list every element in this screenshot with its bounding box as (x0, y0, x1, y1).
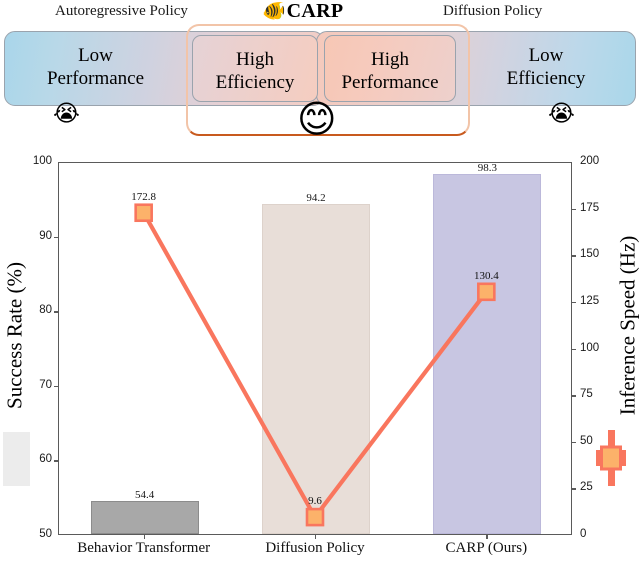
bar-1 (262, 204, 370, 534)
top-banner: Autoregressive Policy 🐠 CARP Diffusion P… (0, 0, 640, 148)
y-right-tick-75: 75 (580, 388, 593, 401)
caption-autoregressive-policy: Autoregressive Policy (55, 3, 188, 19)
y-right-tick-150: 150 (580, 248, 600, 261)
bar-0 (90, 501, 199, 534)
x-tickmark-0 (143, 535, 146, 539)
label-high-efficiency-line1: High (236, 49, 274, 70)
x-tick-label-0: Behavior Transformer (77, 540, 211, 556)
y-right-tickmark-25 (572, 488, 576, 490)
plot-frame: 54.4 94.2 98.3 (58, 162, 572, 535)
y-left-tick-80: 80 (39, 304, 52, 317)
carp-logo: 🐠 CARP (262, 0, 343, 23)
line-value-label-2: 130.4 (473, 269, 499, 282)
label-low-performance: Low Performance (8, 44, 183, 90)
crying-face-icon-left: 😭 (53, 101, 80, 127)
label-high-performance-line1: High (371, 49, 409, 70)
y-left-tick-90: 90 (39, 229, 52, 242)
bar-value-label-0: 54.4 (135, 489, 155, 502)
figure-root: Autoregressive Policy 🐠 CARP Diffusion P… (0, 0, 640, 570)
y-right-tick-175: 175 (580, 201, 600, 214)
y-right-tick-0: 0 (580, 528, 587, 540)
y-right-tickmark-175 (572, 208, 576, 211)
label-high-performance-line2: Performance (341, 72, 439, 93)
y-right-tickmark-100 (572, 348, 576, 350)
label-high-efficiency: High Efficiency (192, 48, 318, 94)
label-high-performance: High Performance (324, 48, 456, 94)
bar-value-label-2: 98.3 (477, 161, 497, 174)
x-tick-label-2: CARP (Ours) (445, 540, 528, 556)
chart-area: Success Rate (%) Inference Speed (Hz) 10… (0, 148, 640, 570)
y-right-tickmark-75 (572, 395, 576, 397)
y-right-tick-50: 50 (580, 434, 593, 447)
bar-value-label-1: 94.2 (306, 192, 326, 205)
line-value-label-1: 9.6 (308, 495, 322, 508)
tropical-fish-icon: 🐠 (262, 1, 286, 22)
label-low-performance-line2: Performance (46, 68, 145, 89)
line-value-label-0: 172.8 (131, 190, 157, 203)
label-low-efficiency-line2: Efficiency (506, 68, 586, 89)
y-left-tick-70: 70 (39, 378, 52, 391)
carp-logo-text: CARP (286, 0, 344, 22)
crying-face-icon-right: 😭 (548, 101, 575, 127)
label-low-performance-line1: Low (78, 45, 113, 66)
y-left-tick-100: 100 (32, 155, 52, 167)
y-left-tick-60: 60 (39, 453, 52, 466)
label-high-efficiency-line2: Efficiency (215, 72, 295, 93)
y-right-tick-25: 25 (580, 481, 593, 494)
x-tick-label-1: Diffusion Policy (265, 540, 365, 556)
smiling-face-icon: 😊 (297, 97, 337, 141)
x-tickmark-2 (486, 535, 488, 539)
y-right-tick-100: 100 (580, 341, 600, 354)
label-low-efficiency-line1: Low (528, 45, 564, 66)
caption-diffusion-policy: Diffusion Policy (443, 3, 543, 19)
label-low-efficiency: Low Efficiency (460, 44, 632, 90)
y-right-tickmark-50 (572, 441, 576, 444)
y-right-tick-200: 200 (580, 155, 600, 167)
y-left-tick-50: 50 (39, 528, 52, 540)
y-right-tickmark-125 (572, 301, 576, 304)
y-right-tick-125: 125 (580, 294, 600, 307)
x-tickmark-1 (315, 535, 317, 539)
y-right-tickmark-150 (572, 255, 576, 257)
bar-2 (433, 173, 542, 534)
